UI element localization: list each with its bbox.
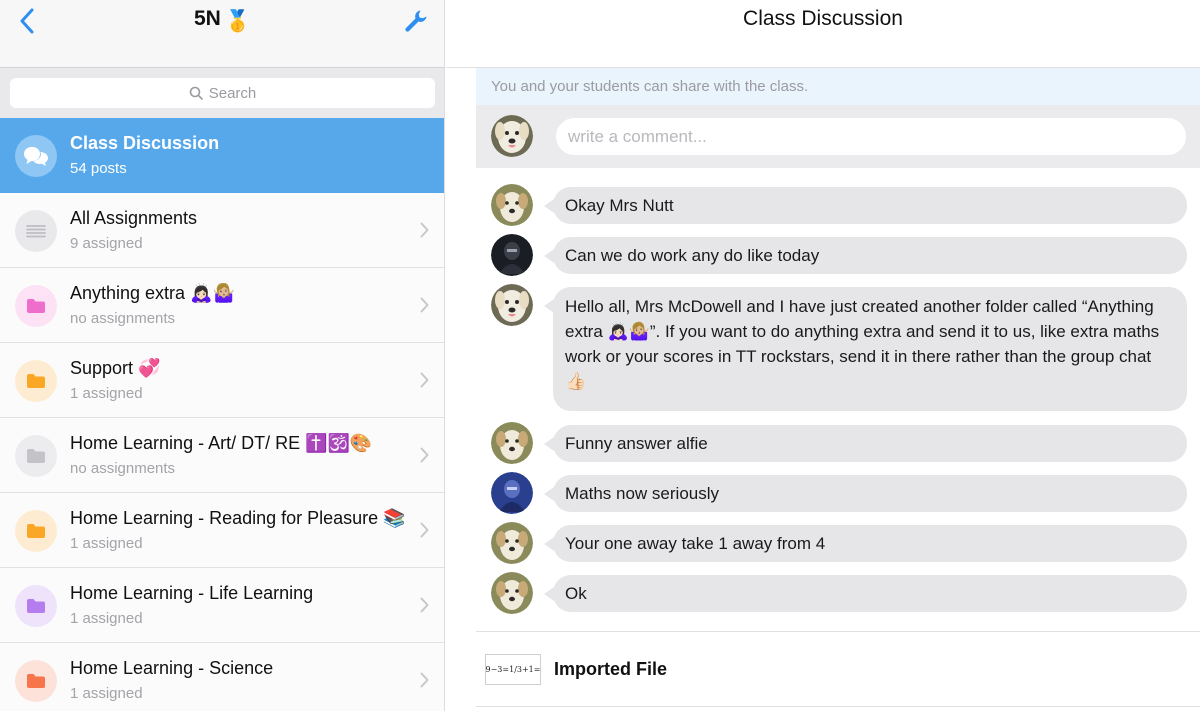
sidebar-item-label: All Assignments	[70, 208, 198, 228]
sidebar-item-count: no assignments	[70, 460, 176, 477]
dog-avatar-icon	[491, 572, 533, 614]
chat-bubbles-icon	[15, 135, 57, 177]
message-bubble: Hello all, Mrs McDowell and I have just …	[544, 287, 1187, 411]
sidebar-item-count: 1 assigned	[70, 610, 143, 627]
dog-avatar-icon	[491, 115, 533, 157]
imported-file-row[interactable]: 9−3=1/3+1= Imported File	[476, 631, 1200, 707]
search-input[interactable]: Search	[10, 78, 435, 108]
chevron-right-icon	[420, 522, 429, 538]
sidebar-item-label: Home Learning - Reading for Pleasure 📚	[70, 508, 406, 528]
sidebar-item-label: Class Discussion	[70, 133, 220, 153]
teacher-dog-avatar-icon	[491, 284, 533, 326]
sidebar-item-reading-for-pleasure[interactable]: Home Learning - Reading for Pleasure 📚 1…	[0, 493, 444, 568]
dog-avatar-icon	[491, 422, 533, 464]
message-bubble: Ok	[544, 575, 1187, 612]
message-bubble: Funny answer alfie	[544, 425, 1187, 462]
sidebar-item-count: 54 posts	[70, 160, 127, 177]
search-icon	[189, 86, 203, 100]
sidebar-item-count: 1 assigned	[70, 535, 143, 552]
folder-icon	[15, 435, 57, 477]
chevron-right-icon	[420, 447, 429, 463]
chevron-right-icon	[420, 597, 429, 613]
wrench-icon	[405, 10, 427, 32]
folder-icon	[15, 510, 57, 552]
search-bar-area: Search	[0, 68, 444, 118]
sidebar-item-label: Home Learning - Life Learning	[70, 583, 314, 603]
message-bubble: Your one away take 1 away from 4	[544, 525, 1187, 562]
class-title: 5N 🥇	[0, 7, 444, 34]
message-bubble: Can we do work any do like today	[544, 237, 1187, 274]
sidebar-item-label: Support 💞	[70, 358, 161, 378]
page-title: Class Discussion	[446, 0, 1200, 68]
sidebar-header: 5N 🥇	[0, 0, 444, 68]
sidebar-item-life-learning[interactable]: Home Learning - Life Learning 1 assigned	[0, 568, 444, 643]
medal-icon: 🥇	[224, 10, 251, 33]
sidebar-item-science[interactable]: Home Learning - Science 1 assigned	[0, 643, 444, 711]
file-thumbnail: 9−3=1/3+1=	[485, 654, 541, 685]
chevron-right-icon	[420, 222, 429, 238]
sidebar: 5N 🥇 Search Class Discussion 54 posts Al…	[0, 0, 445, 711]
folder-icon	[15, 585, 57, 627]
discussion-panel: Class Discussion You and your students c…	[446, 0, 1200, 711]
player-avatar-icon	[491, 472, 533, 514]
comment-composer	[476, 105, 1200, 168]
chevron-right-icon	[420, 372, 429, 388]
class-name: 5N	[193, 7, 221, 30]
folder-icon	[15, 360, 57, 402]
sidebar-item-count: 1 assigned	[70, 385, 143, 402]
sidebar-item-label: Home Learning - Art/ DT/ RE ✝️🕉️🎨	[70, 433, 373, 453]
message-bubble: Okay Mrs Nutt	[544, 187, 1187, 224]
dog-avatar-icon	[491, 522, 533, 564]
info-banner: You and your students can share with the…	[476, 68, 1200, 105]
sidebar-item-count: no assignments	[70, 310, 176, 327]
folder-icon	[15, 285, 57, 327]
message-bubble: Maths now seriously	[544, 475, 1187, 512]
sidebar-item-class-discussion[interactable]: Class Discussion 54 posts	[0, 118, 444, 193]
sidebar-item-label: Home Learning - Science	[70, 658, 274, 678]
sidebar-item-anything-extra[interactable]: Anything extra 🙇🏻‍♀️🤷🏼‍♀️ no assignments	[0, 268, 444, 343]
sidebar-item-support[interactable]: Support 💞 1 assigned	[0, 343, 444, 418]
dog-avatar-icon	[491, 184, 533, 226]
settings-button[interactable]	[401, 6, 431, 36]
sidebar-item-count: 1 assigned	[70, 685, 143, 702]
sidebar-item-count: 9 assigned	[70, 235, 143, 252]
player-avatar-icon	[491, 234, 533, 276]
sidebar-item-all-assignments[interactable]: All Assignments 9 assigned	[0, 193, 444, 268]
chevron-right-icon	[420, 672, 429, 688]
file-name: Imported File	[554, 659, 668, 679]
sidebar-item-art-dt-re[interactable]: Home Learning - Art/ DT/ RE ✝️🕉️🎨 no ass…	[0, 418, 444, 493]
comment-input[interactable]	[556, 118, 1186, 155]
search-placeholder: Search	[208, 84, 257, 102]
channel-list: Class Discussion 54 posts All Assignment…	[0, 118, 444, 711]
chevron-right-icon	[420, 297, 429, 313]
folder-icon	[15, 660, 57, 702]
list-icon	[15, 210, 57, 252]
sidebar-item-label: Anything extra 🙇🏻‍♀️🤷🏼‍♀️	[70, 283, 235, 303]
